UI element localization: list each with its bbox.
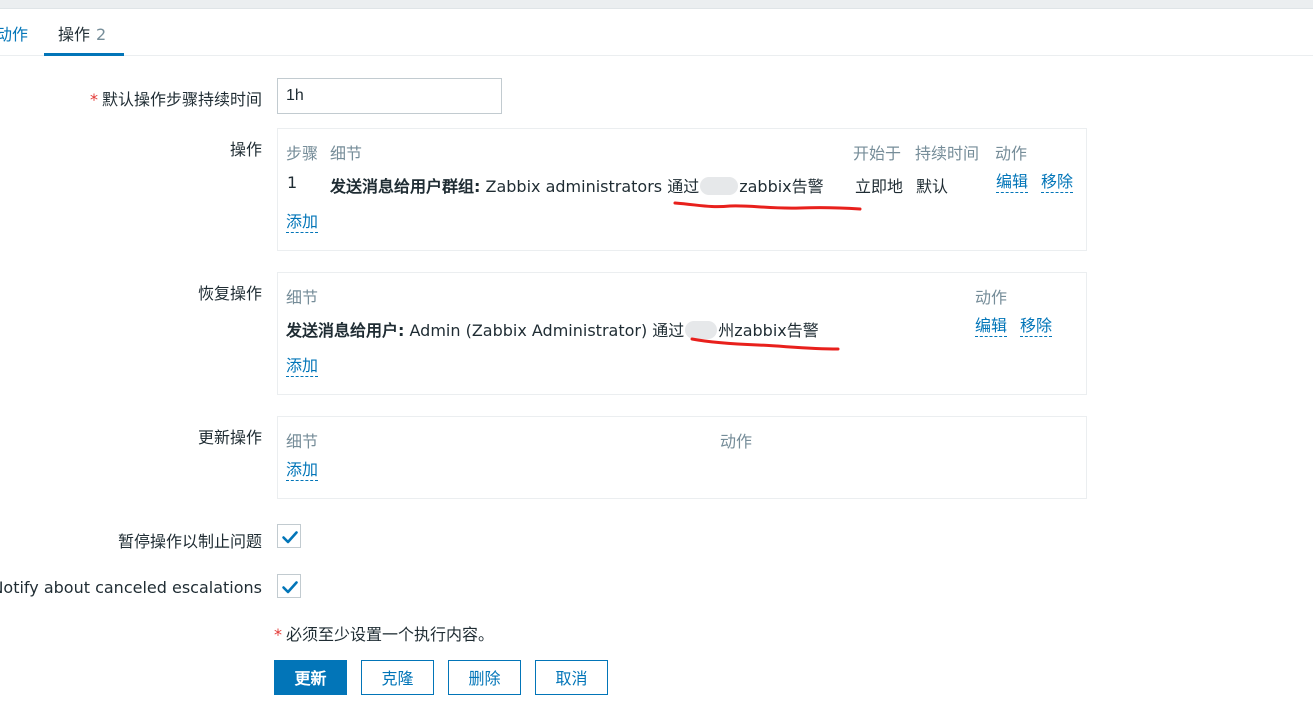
update-table: 细节 动作 添加	[277, 416, 1087, 499]
duration-label: * 默认操作步骤持续时间	[90, 86, 262, 110]
recovery-remove-link[interactable]: 移除	[1020, 316, 1053, 337]
operation-detail: 发送消息给用户群组: Zabbix administrators 通过 zabbi…	[330, 173, 824, 197]
checkmark-icon	[282, 581, 298, 594]
col-duration: 持续时间	[915, 144, 980, 163]
update-label: 更新操作	[197, 428, 262, 447]
required-note: * 必须至少设置一个执行内容。	[274, 621, 494, 645]
recovery-detail-type: 发送消息给用户:	[286, 321, 405, 340]
recovery-label: 恢复操作	[197, 284, 262, 303]
update-button[interactable]: 更新	[274, 660, 347, 695]
tab-bar: 动作 操作 2	[0, 9, 1313, 56]
recovery-edit-link[interactable]: 编辑	[975, 316, 1008, 337]
col-start-in: 开始于	[853, 144, 902, 163]
required-mark: *	[274, 625, 282, 644]
recovery-table: 细节 动作 发送消息给用户: Admin (Zabbix Administrat…	[277, 272, 1087, 395]
operations-label: 操作	[229, 140, 262, 159]
operations-table: 步骤 细节 开始于 持续时间 动作 1 发送消息给用户群组: Zabbix ad…	[277, 128, 1087, 251]
operation-edit-link[interactable]: 编辑	[996, 172, 1029, 193]
operation-detail-media: zabbix告警	[739, 177, 824, 196]
tab-operations-count: 2	[96, 25, 107, 44]
redacted-mark	[700, 177, 739, 195]
operation-detail-type: 发送消息给用户群组:	[330, 177, 481, 196]
pause-label: 暂停操作以制止问题	[117, 532, 262, 551]
clone-button[interactable]: 克隆	[361, 660, 434, 695]
col-details: 细节	[330, 144, 363, 163]
notify-checkbox[interactable]	[277, 574, 301, 598]
tab-operations[interactable]: 操作 2	[58, 21, 106, 45]
col-steps: 步骤	[286, 144, 319, 163]
delete-button[interactable]: 删除	[448, 660, 521, 695]
required-note-text: 必须至少设置一个执行内容。	[286, 625, 495, 644]
annotation-underline	[673, 201, 862, 211]
recovery-detail-text: Admin (Zabbix Administrator) 通过	[404, 321, 685, 340]
col-action: 动作	[995, 144, 1028, 163]
tab-operations-label: 操作	[58, 25, 91, 44]
operation-remove-link[interactable]: 移除	[1041, 172, 1074, 193]
active-tab-indicator	[44, 53, 124, 56]
notify-label: Notify about canceled escalations	[0, 578, 262, 597]
operation-step: 1	[287, 173, 298, 192]
col-details: 细节	[286, 288, 319, 307]
operation-add-link[interactable]: 添加	[286, 212, 319, 233]
col-action: 动作	[720, 432, 753, 451]
duration-input[interactable]	[277, 78, 502, 114]
duration-label-text: 默认操作步骤持续时间	[101, 90, 262, 109]
operation-duration: 默认	[916, 177, 949, 196]
annotation-underline	[690, 337, 840, 351]
update-add-link[interactable]: 添加	[286, 460, 319, 481]
required-mark: *	[89, 90, 98, 109]
top-header-strip	[0, 0, 1313, 9]
pause-checkbox[interactable]	[277, 524, 301, 548]
checkmark-icon	[282, 531, 298, 544]
operation-start-in: 立即地	[855, 177, 904, 196]
recovery-add-link[interactable]: 添加	[286, 356, 319, 377]
operation-detail-text: Zabbix administrators 通过	[480, 177, 700, 196]
col-action: 动作	[975, 288, 1008, 307]
tab-action[interactable]: 动作	[0, 21, 28, 45]
cancel-button[interactable]: 取消	[535, 660, 608, 695]
col-details: 细节	[286, 432, 319, 451]
